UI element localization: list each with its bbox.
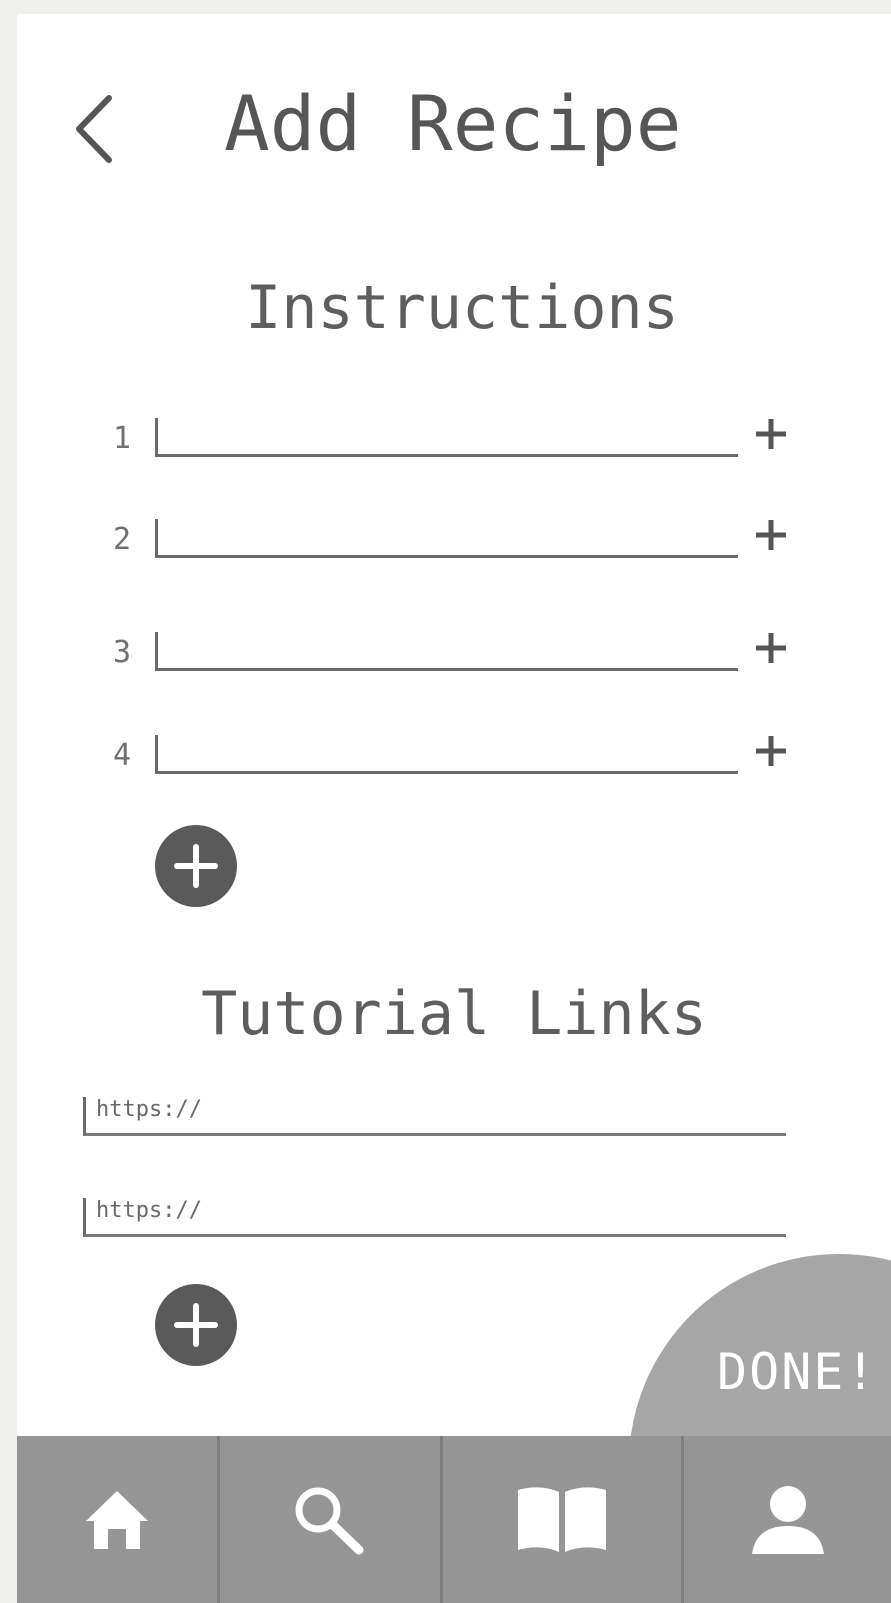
plus-icon: [174, 844, 218, 888]
add-link-button[interactable]: [155, 1284, 237, 1366]
link-placeholder: https://: [96, 1097, 202, 1122]
page-title: Add Recipe: [224, 79, 682, 168]
link-placeholder: https://: [96, 1198, 202, 1223]
home-icon: [86, 1490, 148, 1549]
instruction-step-input[interactable]: [155, 632, 738, 671]
instruction-step-row: 2: [17, 519, 891, 579]
tutorial-link-input[interactable]: https://: [83, 1198, 786, 1237]
plus-icon: [756, 520, 786, 550]
instructions-title: Instructions: [245, 273, 679, 343]
tutorial-link-input[interactable]: https://: [83, 1097, 786, 1136]
add-substep-button[interactable]: [751, 414, 791, 454]
step-number: 3: [113, 635, 132, 670]
instruction-step-input[interactable]: [155, 735, 738, 774]
done-button-label[interactable]: DONE!: [717, 1347, 878, 1397]
step-number: 2: [113, 522, 132, 557]
instruction-step-input[interactable]: [155, 418, 738, 457]
plus-icon: [756, 419, 786, 449]
back-button[interactable]: [57, 84, 117, 164]
nav-profile[interactable]: [684, 1436, 891, 1603]
instruction-step-row: 3: [17, 632, 891, 692]
add-substep-button[interactable]: [751, 628, 791, 668]
add-recipe-screen: Add Recipe Instructions 1 2 3 4 Tutorial…: [17, 14, 891, 1603]
instruction-step-row: 1: [17, 418, 891, 478]
user-icon: [751, 1485, 824, 1554]
bottom-nav: [17, 1436, 891, 1603]
add-substep-button[interactable]: [751, 731, 791, 771]
plus-icon: [174, 1303, 218, 1347]
step-number: 4: [113, 738, 132, 773]
nav-recipes[interactable]: [443, 1436, 681, 1603]
chevron-left-icon: [76, 95, 112, 163]
instruction-step-row: 4: [17, 735, 891, 795]
add-substep-button[interactable]: [751, 515, 791, 555]
plus-icon: [756, 736, 786, 766]
search-icon: [295, 1487, 364, 1554]
instruction-step-input[interactable]: [155, 519, 738, 558]
book-icon: [518, 1486, 606, 1552]
nav-search[interactable]: [220, 1436, 440, 1603]
add-instruction-button[interactable]: [155, 825, 237, 907]
plus-icon: [756, 633, 786, 663]
nav-home[interactable]: [17, 1436, 217, 1603]
tutorial-links-title: Tutorial Links: [201, 979, 707, 1049]
step-number: 1: [113, 421, 132, 456]
